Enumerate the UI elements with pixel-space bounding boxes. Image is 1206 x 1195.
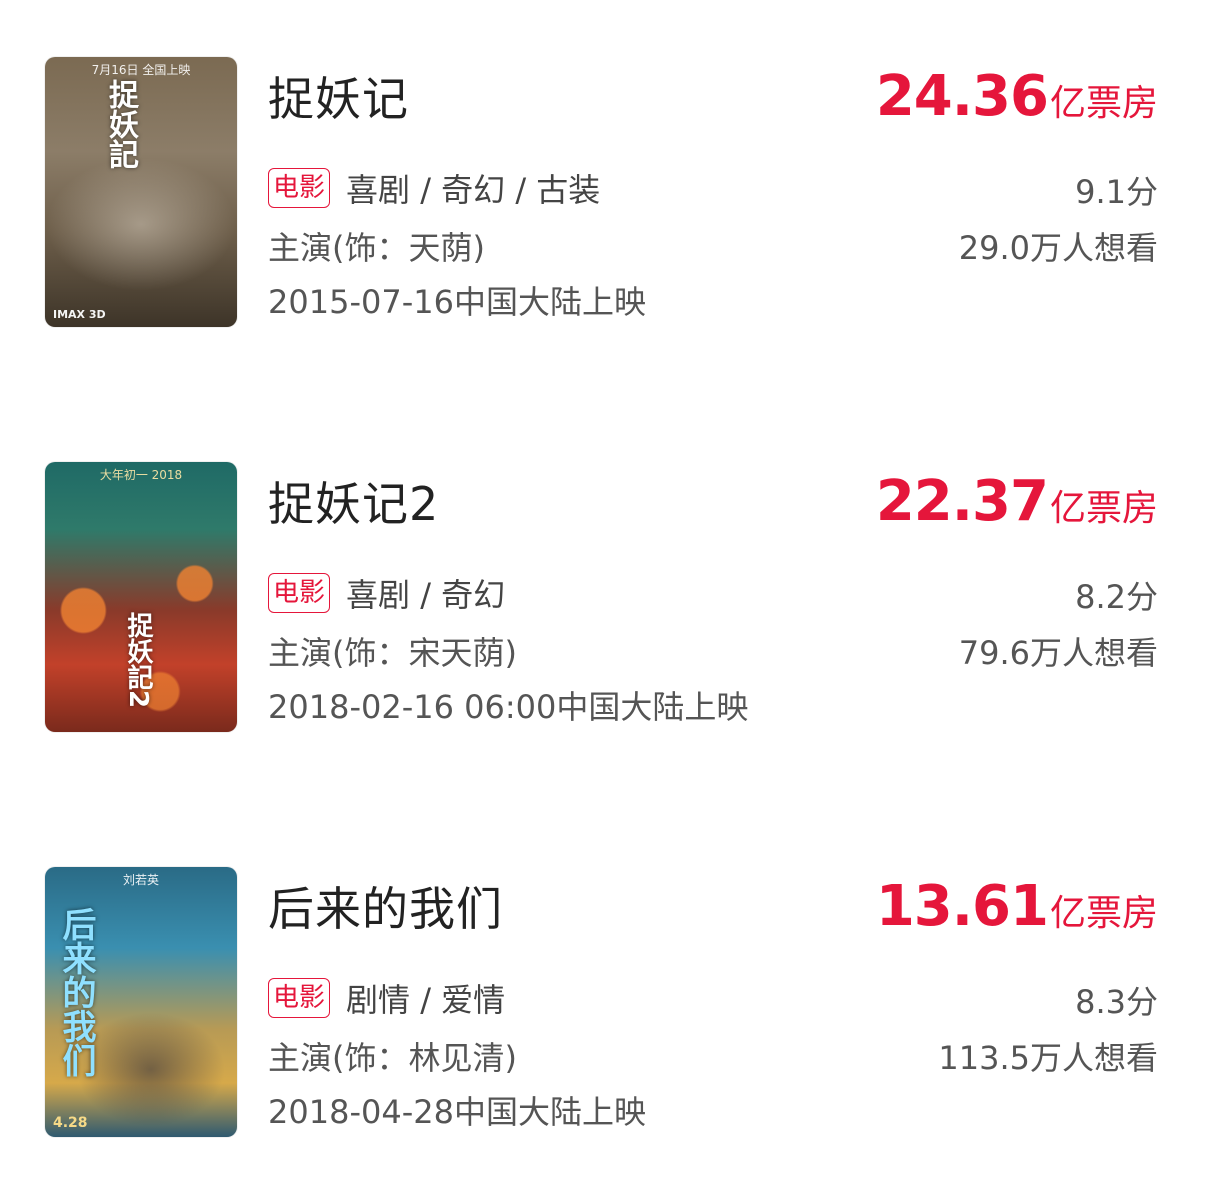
movie-title[interactable]: 后来的我们: [268, 873, 503, 945]
poster-bottom-text: 4.28: [53, 1115, 88, 1131]
type-tag: 电影: [268, 168, 331, 208]
type-tag: 电影: [268, 573, 331, 613]
release-date: 2018-04-28中国大陆上映: [268, 1093, 646, 1131]
rating-score: 8.2分: [1075, 578, 1158, 616]
movie-poster[interactable]: 大年初一 2018 捉妖記2: [45, 462, 237, 732]
genres: 喜剧 / 奇幻 / 古装: [346, 171, 601, 209]
movie-poster[interactable]: 刘若英 后来的我们 4.28: [45, 867, 237, 1137]
box-office: 24.36亿票房: [876, 61, 1158, 146]
genres: 剧情 / 爱情: [346, 981, 506, 1019]
genre-row: 电影 剧情 / 爱情: [268, 975, 505, 1021]
poster-title: 捉妖記2: [123, 612, 153, 709]
rating-score: 9.1分: [1075, 173, 1158, 211]
box-office: 13.61亿票房: [876, 871, 1158, 956]
box-office: 22.37亿票房: [876, 466, 1158, 551]
release-date: 2018-02-16 06:00中国大陆上映: [268, 688, 749, 726]
actor-info: 主演(饰：天荫): [268, 229, 485, 267]
movie-title[interactable]: 捉妖记2: [268, 468, 439, 540]
want-to-see-count: 79.6万人想看: [958, 634, 1158, 672]
box-office-value: 22.37: [875, 469, 1049, 534]
movie-poster[interactable]: 7月16日 全国上映 捉妖記 IMAX 3D: [45, 57, 237, 327]
genre-row: 电影 喜剧 / 奇幻 / 古装: [268, 165, 600, 211]
movie-item[interactable]: 7月16日 全国上映 捉妖記 IMAX 3D 捉妖记 24.36亿票房 电影 喜…: [0, 57, 1206, 329]
movie-list: 7月16日 全国上映 捉妖記 IMAX 3D 捉妖记 24.36亿票房 电影 喜…: [0, 0, 1206, 1195]
box-office-unit: 亿票房: [1049, 893, 1158, 934]
movie-title[interactable]: 捉妖记: [268, 63, 409, 135]
movie-item[interactable]: 刘若英 后来的我们 4.28 后来的我们 13.61亿票房 电影 剧情 / 爱情…: [0, 867, 1206, 1139]
release-date: 2015-07-16中国大陆上映: [268, 283, 646, 321]
rating-score: 8.3分: [1075, 983, 1158, 1021]
poster-top-text: 大年初一 2018: [99, 468, 183, 482]
poster-title: 捉妖記: [103, 79, 138, 169]
want-to-see-count: 113.5万人想看: [938, 1039, 1158, 1077]
poster-top-text: 刘若英: [122, 873, 159, 887]
box-office-value: 13.61: [875, 874, 1049, 939]
movie-item[interactable]: 大年初一 2018 捉妖記2 捉妖记2 22.37亿票房 电影 喜剧 / 奇幻 …: [0, 462, 1206, 734]
box-office-value: 24.36: [875, 64, 1049, 129]
poster-title: 后来的我们: [56, 907, 96, 1077]
poster-bottom-text: IMAX 3D: [53, 308, 106, 321]
genre-row: 电影 喜剧 / 奇幻: [268, 570, 505, 616]
poster-top-text: 7月16日 全国上映: [91, 63, 191, 77]
genres: 喜剧 / 奇幻: [346, 576, 506, 614]
actor-info: 主演(饰：宋天荫): [268, 634, 517, 672]
actor-info: 主演(饰：林见清): [268, 1039, 517, 1077]
box-office-unit: 亿票房: [1049, 83, 1158, 124]
box-office-unit: 亿票房: [1049, 488, 1158, 529]
type-tag: 电影: [268, 978, 331, 1018]
want-to-see-count: 29.0万人想看: [958, 229, 1158, 267]
